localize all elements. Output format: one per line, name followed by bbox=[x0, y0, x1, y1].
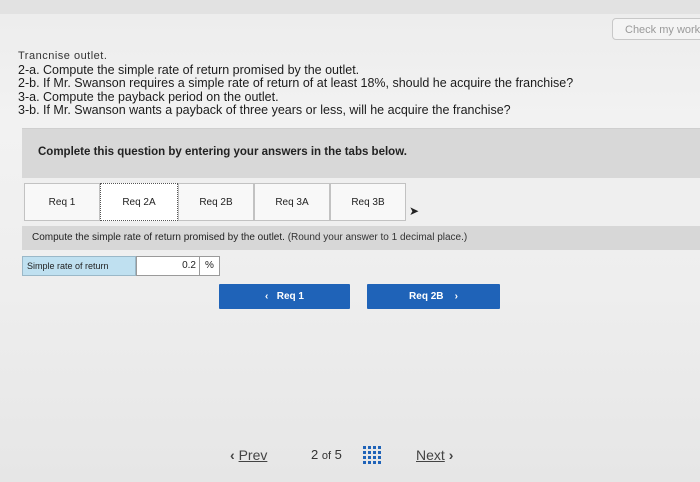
question-list: Trancnise outlet. 2-a. Compute the simpl… bbox=[18, 50, 573, 118]
check-my-work-button[interactable]: Check my work bbox=[612, 18, 700, 40]
page-of: of bbox=[321, 450, 332, 462]
page-counter: 2 of 5 bbox=[311, 443, 342, 467]
mouse-cursor-icon: ➤ bbox=[409, 204, 420, 218]
question-line-cut: Trancnise outlet. bbox=[18, 50, 108, 62]
tab-req-3a[interactable]: Req 3A bbox=[254, 183, 330, 221]
chevron-left-icon: ‹ bbox=[265, 291, 269, 302]
chevron-left-icon: ‹ bbox=[230, 447, 235, 463]
instruction-bar: Compute the simple rate of return promis… bbox=[22, 226, 700, 250]
pager-next-link[interactable]: Next › bbox=[416, 443, 453, 467]
answer-label: Simple rate of return bbox=[22, 256, 136, 276]
panel-title: Complete this question by entering your … bbox=[38, 146, 407, 158]
tab-req-2b[interactable]: Req 2B bbox=[178, 183, 254, 221]
answer-row: Simple rate of return 0.2 % bbox=[22, 256, 222, 276]
top-band bbox=[0, 0, 700, 14]
tab-req-1[interactable]: Req 1 bbox=[24, 183, 100, 221]
question-3b: 3-b. If Mr. Swanson wants a payback of t… bbox=[18, 103, 511, 117]
grid-icon[interactable] bbox=[363, 446, 381, 464]
page-total: 5 bbox=[334, 447, 342, 462]
next-req-button[interactable]: Req 2B › bbox=[367, 284, 500, 309]
next-req-label: Req 2B bbox=[409, 291, 444, 302]
tab-req-2a[interactable]: Req 2A bbox=[100, 183, 178, 221]
pager-next-label: Next bbox=[416, 447, 445, 463]
pager-prev-label: Prev bbox=[238, 447, 268, 463]
question-2b: 2-b. If Mr. Swanson requires a simple ra… bbox=[18, 76, 574, 90]
instruction-text: Compute the simple rate of return promis… bbox=[32, 232, 467, 243]
pager-prev-link[interactable]: ‹ Prev bbox=[230, 443, 267, 467]
prev-req-label: Req 1 bbox=[276, 291, 304, 302]
instructions-panel: Complete this question by entering your … bbox=[22, 128, 700, 179]
question-2a: 2-a. Compute the simple rate of return p… bbox=[18, 62, 360, 77]
percent-unit: % bbox=[200, 256, 220, 276]
page-current: 2 bbox=[311, 447, 319, 462]
instruction-main: Compute the simple rate of return promis… bbox=[32, 232, 285, 243]
tab-req-3b[interactable]: Req 3B bbox=[330, 183, 406, 221]
chevron-right-icon: › bbox=[454, 291, 458, 302]
question-3a: 3-a. Compute the payback period on the o… bbox=[18, 89, 279, 104]
chevron-right-icon: › bbox=[448, 447, 454, 463]
instruction-hint: (Round your answer to 1 decimal place.) bbox=[287, 232, 468, 243]
prev-req-button[interactable]: ‹ Req 1 bbox=[219, 284, 350, 309]
simple-rate-input[interactable]: 0.2 bbox=[136, 256, 200, 276]
